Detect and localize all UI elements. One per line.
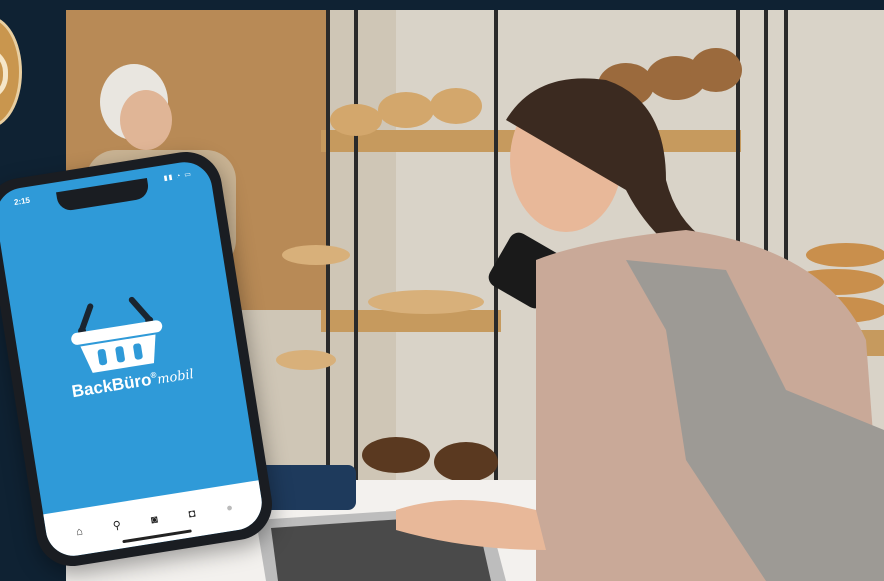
search-icon[interactable]: ⚲ — [109, 518, 125, 534]
profile-icon[interactable]: ● — [222, 500, 238, 516]
bag-icon[interactable]: ◘ — [184, 506, 200, 522]
ad-banner: 2:15 ▮▮ ◔ ▭ BackBüro®mobil ⌂ ⚲ ◙ ◘ ● — [0, 0, 884, 581]
status-icons: ▮▮ ◔ ▭ — [163, 170, 193, 183]
brand-badge — [0, 16, 22, 128]
brand-suffix: mobil — [156, 367, 195, 388]
home-icon[interactable]: ⌂ — [71, 524, 87, 540]
phone-notch — [56, 177, 151, 213]
badge-emblem-icon — [0, 47, 8, 101]
camera-icon[interactable]: ◙ — [146, 512, 162, 528]
status-time: 2:15 — [13, 195, 31, 207]
